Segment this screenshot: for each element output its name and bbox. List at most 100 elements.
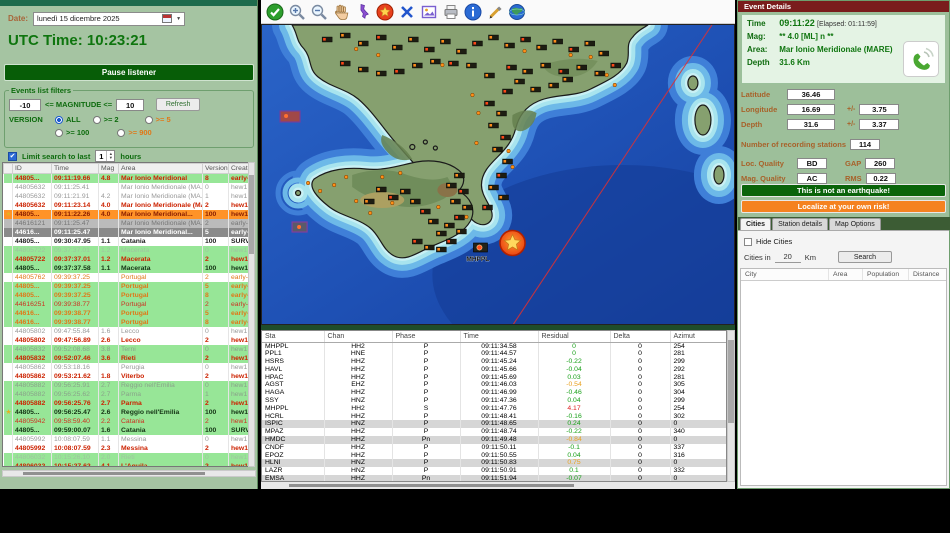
station-row[interactable]: HCRL HHZ P 09:11:48.41 -0.16 0 302: [262, 412, 726, 421]
limit-search-checkbox[interactable]: ✔: [8, 151, 17, 161]
version-radio-900[interactable]: >= 900: [117, 128, 152, 137]
col-version[interactable]: Version: [202, 163, 229, 174]
station-row[interactable]: HSRS HHZ P 09:11:45.24 -0.22 0 299: [262, 358, 726, 366]
stepper-arrows-icon[interactable]: ▲ ▼: [106, 151, 114, 161]
event-row[interactable]: 44805862 09:53:21.62 1.8 Viterbo 2 hew1: [3, 372, 248, 381]
events-vertical-scrollbar[interactable]: [248, 162, 255, 467]
events-horizontal-scrollbar[interactable]: [2, 470, 256, 477]
station-row[interactable]: HAGA HHZ P 09:11:46.99 -0.46 0 304: [262, 389, 726, 398]
longitude-value[interactable]: 16.69: [787, 104, 835, 115]
col-residual[interactable]: Residual: [538, 331, 611, 343]
event-row[interactable]: 44805...09:39:37.25 Portugal5early-est_ee…: [3, 282, 248, 291]
close-icon[interactable]: [397, 2, 416, 21]
event-row[interactable]: 44805632 09:11:23.14 4.0 Mar Ionio Meridion…: [3, 201, 248, 210]
col-time[interactable]: Time: [51, 163, 99, 174]
event-row[interactable]: 44805882 09:56:25.91 2.7 Reggio nell'Emilia…: [3, 381, 248, 390]
pencil-icon[interactable]: [485, 2, 504, 21]
event-row[interactable]: 44805...09:30:47.951.1Catania100SURVEY-I…: [3, 237, 248, 246]
depth-field-value[interactable]: 31.6: [787, 119, 835, 130]
event-row[interactable]: 44805802 09:47:56.89 2.6 Lecco 2 hew1: [3, 336, 248, 345]
station-row[interactable]: MHPPL HH2 S 09:11:47.76 4.17 0 254: [262, 404, 726, 413]
italy-icon[interactable]: [353, 2, 372, 21]
station-horizontal-scrollbar[interactable]: [261, 483, 735, 489]
col-sta[interactable]: Sta: [262, 331, 325, 343]
event-row[interactable]: 44805942 09:58:59.40 2.2 Catania 2 hew1: [3, 417, 248, 426]
event-row[interactable]: 44805992 10:08:07.59 2.3 Messina 2 hew1: [3, 444, 248, 453]
station-row[interactable]: MPAZ HHZ P 09:11:48.74 -0.22 0 340: [262, 428, 726, 437]
event-row[interactable]: 44805832 09:52:07.46 3.6 Rieti 2 hew1: [3, 354, 248, 363]
star-icon[interactable]: [375, 2, 394, 21]
event-row[interactable]: 4461625109:39:38.77 Portugal2early-est_ee…: [3, 300, 248, 309]
station-row[interactable]: PPL1 HNE P 09:11:44.57 0 0 281: [262, 350, 726, 359]
station-row[interactable]: HAVL HHZ P 09:11:45.66 -0.04 0 292: [262, 365, 726, 374]
check-icon[interactable]: [265, 2, 284, 21]
info-icon[interactable]: [463, 2, 482, 21]
event-row[interactable]: 44805...09:39:37.25 Portugal8early-est_ee…: [3, 291, 248, 300]
station-row[interactable]: HPAC HHZ P 09:11:45.69 0.03 0 281: [262, 373, 726, 382]
event-row[interactable]: 44616...09:39:38.77 Portugal5early-est_ee…: [3, 309, 248, 318]
col-time[interactable]: Time: [460, 331, 539, 343]
pause-listener-button[interactable]: Pause listener: [4, 64, 254, 81]
event-row[interactable]: ★ 44805... 09:11:22.26 4.0 Mar Ionio Meridio…: [3, 210, 248, 219]
event-row[interactable]: 44805...09:59:00.071.6Catania100SURVEY-I…: [3, 426, 248, 435]
event-row[interactable]: 44805... 09:11:19.66 4.8 Mar Ionio Meridion…: [3, 173, 248, 183]
station-row[interactable]: HMDC HHZ Pn 09:11:49.48 -0.84 0 0: [262, 436, 726, 444]
tab-station-details[interactable]: Station details: [772, 218, 829, 230]
version-radio-100[interactable]: >= 100: [55, 128, 89, 137]
search-cities-button[interactable]: Search: [837, 251, 892, 263]
event-row[interactable]: 44805832 09:52:08.68 3.8 Terni 0 hew1: [3, 345, 248, 354]
gap-value[interactable]: 260: [865, 158, 896, 169]
globe-icon[interactable]: [507, 2, 526, 21]
station-row[interactable]: CNDF HHZ P 09:11:50.11 -0.1 0 337: [262, 443, 726, 452]
refresh-button[interactable]: Refresh: [156, 98, 201, 111]
col-star[interactable]: [3, 163, 13, 174]
station-row[interactable]: EMSA HHZ Pn 09:11:51.94 -0.07 0 0: [262, 475, 726, 481]
col-creator[interactable]: Creator: [228, 163, 248, 174]
magnitude-min-input[interactable]: -10: [9, 98, 41, 111]
station-row[interactable]: EPOZ HHZ P 09:11:50.55 0.04 0 316: [262, 451, 726, 460]
latitude-value[interactable]: 36.46: [787, 89, 835, 100]
tab-map-options[interactable]: Map Options: [829, 218, 881, 230]
event-row[interactable]: 44805862 09:53:18.16 Perugia 0 hew1: [3, 363, 248, 372]
magnitude-max-input[interactable]: 10: [116, 98, 145, 111]
col-distance[interactable]: Distance: [909, 269, 946, 280]
date-picker[interactable]: lunedì 15 dicembre 2025 ▼: [33, 11, 186, 26]
event-row[interactable]: 44805992 10:08:07.59 1.1 Messina 0 hew1: [3, 435, 248, 444]
station-row[interactable]: SSY HNZ P 09:11:47.36 0.04 0 299: [262, 397, 726, 405]
limit-hours-stepper[interactable]: 1 ▲ ▼: [95, 150, 116, 162]
col-area[interactable]: Area: [829, 269, 863, 280]
seismic-map[interactable]: MHPPL: [261, 24, 735, 325]
event-row[interactable]: 44805722 09:37:37.01 1.2 Macerata 2 hew1: [3, 255, 248, 264]
image-icon[interactable]: [419, 2, 438, 21]
event-row[interactable]: 44805722 09:37:37.01 1.2 Macerata 0 hew1: [3, 246, 248, 255]
event-row[interactable]: 44805882 09:56:25.76 2.7 Parma 2 hew1: [3, 399, 248, 408]
col-azimut[interactable]: Azimut: [670, 331, 726, 343]
event-row[interactable]: 44805632 09:11:21.91 4.2 Mar Ionio Meridion…: [3, 192, 248, 201]
event-row[interactable]: ★ 44805... 09:56:25.47 2.6 Reggio nell'Emili…: [3, 408, 248, 417]
not-earthquake-button[interactable]: This is not an earthquake!: [741, 184, 946, 197]
event-row[interactable]: 44616... 09:11:25.47 Mar Ionio Meridional.…: [3, 228, 248, 237]
stations-count-value[interactable]: 114: [850, 139, 881, 150]
event-row[interactable]: 44805... 09:37:37.58 1.1 Macerata 100 hew1: [3, 264, 248, 273]
station-row[interactable]: LAZR HNZ P 09:11:50.91 0.1 0 332: [262, 467, 726, 476]
print-icon[interactable]: [441, 2, 460, 21]
pan-icon[interactable]: [331, 2, 350, 21]
localize-button[interactable]: Localize at your own risk!: [741, 200, 946, 213]
col-phase[interactable]: Phase: [392, 331, 461, 343]
event-row[interactable]: 44805632 09:11:25.41 Mar Ionio Meridionale…: [3, 183, 248, 192]
version-radio-all[interactable]: ALL: [55, 115, 81, 124]
event-row[interactable]: 44616121 09:11:25.47 Mar Ionio Meridionale…: [3, 219, 248, 228]
epicenter-marker[interactable]: [499, 229, 526, 257]
event-row[interactable]: 44805882 09:56:25.62 2.7 Parma 1 hew1: [3, 390, 248, 399]
event-row[interactable]: 44806032 10:15:26.10 2.0 Rieti 0 hew1: [3, 453, 248, 462]
highlighted-station-marker[interactable]: [279, 110, 301, 123]
col-id[interactable]: ID: [12, 163, 52, 174]
tab-cities[interactable]: Cities: [740, 218, 772, 230]
col-population[interactable]: Population: [863, 269, 909, 280]
call-button[interactable]: [903, 41, 939, 77]
event-row[interactable]: 4480576209:39:37.25 Portugal2early-est_ee…: [3, 273, 248, 282]
event-row[interactable]: 44806032 10:15:27.62 4.1 L'Aquila 2 hew1: [3, 462, 248, 466]
version-radio-2[interactable]: >= 2: [92, 115, 119, 124]
depth-error-value[interactable]: 3.37: [859, 119, 900, 130]
hide-cities-checkbox[interactable]: [744, 237, 752, 246]
